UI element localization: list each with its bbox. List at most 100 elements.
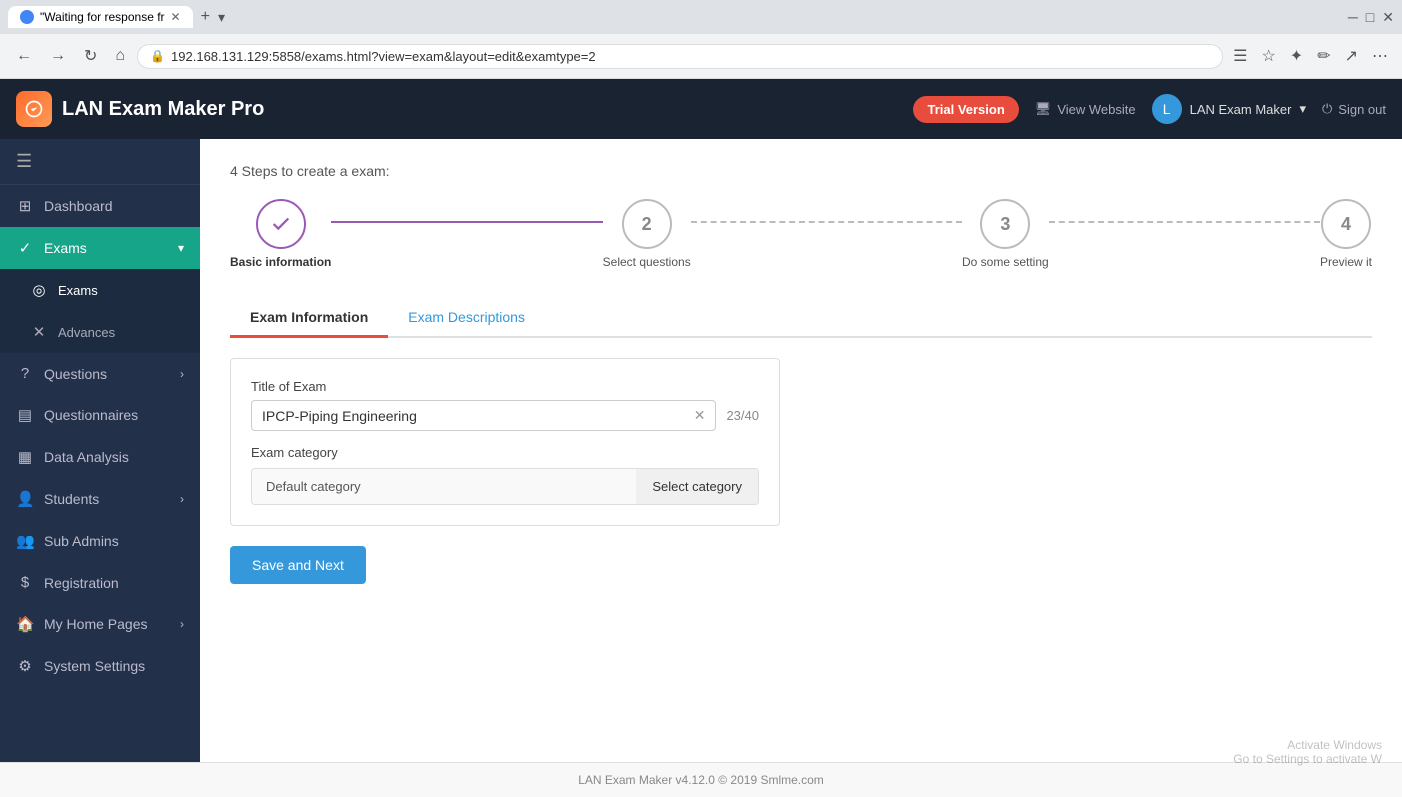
sidebar-item-questionnaires[interactable]: ▤ Questionnaires xyxy=(0,394,200,436)
monitor-icon: 🖥 xyxy=(1035,101,1052,117)
sidebar-item-advances[interactable]: ✕ Advances xyxy=(0,311,200,353)
chevron-right-icon: › xyxy=(180,367,184,381)
title-input[interactable] xyxy=(262,408,694,424)
view-website-link[interactable]: 🖥 View Website xyxy=(1035,101,1136,117)
sidebar-item-label: Advances xyxy=(58,325,115,340)
tabs-bar: Exam Information Exam Descriptions xyxy=(230,299,1372,338)
sidebar-item-system-settings[interactable]: ⚙ System Settings xyxy=(0,645,200,687)
sidebar-toggle-button[interactable]: ☰ xyxy=(0,139,200,185)
step-1-circle[interactable] xyxy=(256,199,306,249)
sidebar-item-questions[interactable]: ? Questions › xyxy=(0,353,200,394)
tab-exam-information[interactable]: Exam Information xyxy=(230,299,388,338)
app-footer: LAN Exam Maker v4.12.0 © 2019 Smlme.com xyxy=(0,762,1402,797)
form-card: Title of Exam ✕ 23/40 Exam category Defa… xyxy=(230,358,780,526)
sidebar: ☰ ⊞ Dashboard ✓ Exams ▾ ◎ Exams ✕ Advanc… xyxy=(0,139,200,762)
title-input-wrapper[interactable]: ✕ xyxy=(251,400,716,431)
close-button[interactable]: ✕ xyxy=(1382,9,1394,26)
sidebar-item-label: System Settings xyxy=(44,658,145,674)
sidebar-item-students[interactable]: 👤 Students › xyxy=(0,478,200,520)
sidebar-item-label: Data Analysis xyxy=(44,449,129,465)
minimize-button[interactable]: ─ xyxy=(1348,9,1358,26)
sidebar-item-label: Questionnaires xyxy=(44,407,138,423)
category-row: Default category Select category xyxy=(251,468,759,505)
step-connector-2 xyxy=(691,221,962,223)
sidebar-item-dashboard[interactable]: ⊞ Dashboard xyxy=(0,185,200,227)
reload-button[interactable]: ↻ xyxy=(78,42,103,70)
user-chevron-icon: ▾ xyxy=(1299,101,1306,117)
step-2: 2 Select questions xyxy=(603,199,691,269)
bookmark-button[interactable]: ☆ xyxy=(1257,42,1279,70)
step-2-circle[interactable]: 2 xyxy=(622,199,672,249)
avatar: L xyxy=(1152,94,1182,124)
chevron-right-icon: › xyxy=(180,617,184,631)
chevron-right-icon: › xyxy=(180,492,184,506)
tab-exam-descriptions[interactable]: Exam Descriptions xyxy=(388,299,545,338)
pen-button[interactable]: ✏ xyxy=(1313,42,1334,70)
clear-input-button[interactable]: ✕ xyxy=(694,407,706,424)
app-logo: LAN Exam Maker Pro xyxy=(16,91,897,127)
home-button[interactable]: ⌂ xyxy=(109,43,131,69)
maximize-button[interactable]: □ xyxy=(1366,9,1374,26)
sidebar-item-label: Dashboard xyxy=(44,198,113,214)
dashboard-icon: ⊞ xyxy=(16,197,34,215)
tab-close-button[interactable]: ✕ xyxy=(171,10,181,24)
step-2-number: 2 xyxy=(642,214,652,235)
collections-button[interactable]: ✦ xyxy=(1286,42,1307,70)
sidebar-item-registration[interactable]: $ Registration xyxy=(0,562,200,603)
share-button[interactable]: ↗ xyxy=(1341,42,1362,70)
sidebar-item-label: My Home Pages xyxy=(44,616,147,632)
forward-button[interactable]: → xyxy=(44,43,72,69)
sidebar-item-exams-sub[interactable]: ◎ Exams xyxy=(0,269,200,311)
sidebar-toggle-browser[interactable]: ☰ xyxy=(1229,42,1251,70)
step-connector-1 xyxy=(331,221,602,223)
char-count: 23/40 xyxy=(726,408,759,423)
sidebar-item-data-analysis[interactable]: ▦ Data Analysis xyxy=(0,436,200,478)
step-4: 4 Preview it xyxy=(1320,199,1372,269)
footer-text: LAN Exam Maker v4.12.0 © 2019 Smlme.com xyxy=(578,773,824,787)
sub-admins-icon: 👥 xyxy=(16,532,34,550)
user-menu[interactable]: L LAN Exam Maker ▾ xyxy=(1152,94,1306,124)
students-icon: 👤 xyxy=(16,490,34,508)
app-header: LAN Exam Maker Pro Trial Version 🖥 View … xyxy=(0,79,1402,139)
home-icon: 🏠 xyxy=(16,615,34,633)
sign-out-button[interactable]: ⏻ Sign out xyxy=(1322,101,1386,117)
sidebar-item-sub-admins[interactable]: 👥 Sub Admins xyxy=(0,520,200,562)
tab-title: "Waiting for response fr xyxy=(40,10,165,24)
sidebar-item-label: Registration xyxy=(44,575,119,591)
app-title: LAN Exam Maker Pro xyxy=(62,98,264,121)
category-select-button[interactable]: Select category xyxy=(636,469,758,504)
category-default-text: Default category xyxy=(252,469,636,504)
address-bar[interactable]: 🔒 192.168.131.129:5858/exams.html?view=e… xyxy=(137,44,1223,69)
step-4-circle[interactable]: 4 xyxy=(1321,199,1371,249)
browser-tab[interactable]: "Waiting for response fr ✕ xyxy=(8,6,193,28)
step-2-label: Select questions xyxy=(603,255,691,269)
step-connector-3 xyxy=(1049,221,1320,223)
registration-icon: $ xyxy=(16,574,34,591)
sidebar-item-exams[interactable]: ✓ Exams ▾ xyxy=(0,227,200,269)
new-tab-button[interactable]: + xyxy=(201,8,210,26)
sidebar-item-label: Students xyxy=(44,491,99,507)
save-and-next-button[interactable]: Save and Next xyxy=(230,546,366,584)
more-button[interactable]: ⋯ xyxy=(1368,42,1392,70)
power-icon: ⏻ xyxy=(1322,101,1332,117)
questionnaires-icon: ▤ xyxy=(16,406,34,424)
step-1-label: Basic information xyxy=(230,255,331,269)
sidebar-item-label: Exams xyxy=(44,240,87,256)
step-4-label: Preview it xyxy=(1320,255,1372,269)
logo-icon xyxy=(16,91,52,127)
advances-icon: ✕ xyxy=(30,323,48,341)
title-label: Title of Exam xyxy=(251,379,759,394)
step-1: Basic information xyxy=(230,199,331,269)
sidebar-item-home-pages[interactable]: 🏠 My Home Pages › xyxy=(0,603,200,645)
steps-container: Basic information 2 Select questions 3 xyxy=(230,199,1372,269)
exams-icon: ✓ xyxy=(16,239,34,257)
tab-list-button[interactable]: ▾ xyxy=(218,9,225,26)
title-input-row: ✕ 23/40 xyxy=(251,400,759,431)
address-text: 192.168.131.129:5858/exams.html?view=exa… xyxy=(171,49,596,64)
steps-title: 4 Steps to create a exam: xyxy=(230,163,1372,179)
back-button[interactable]: ← xyxy=(10,43,38,69)
step-3-circle[interactable]: 3 xyxy=(980,199,1030,249)
questions-icon: ? xyxy=(16,365,34,382)
chevron-down-icon: ▾ xyxy=(178,241,184,255)
step-3-label: Do some setting xyxy=(962,255,1049,269)
